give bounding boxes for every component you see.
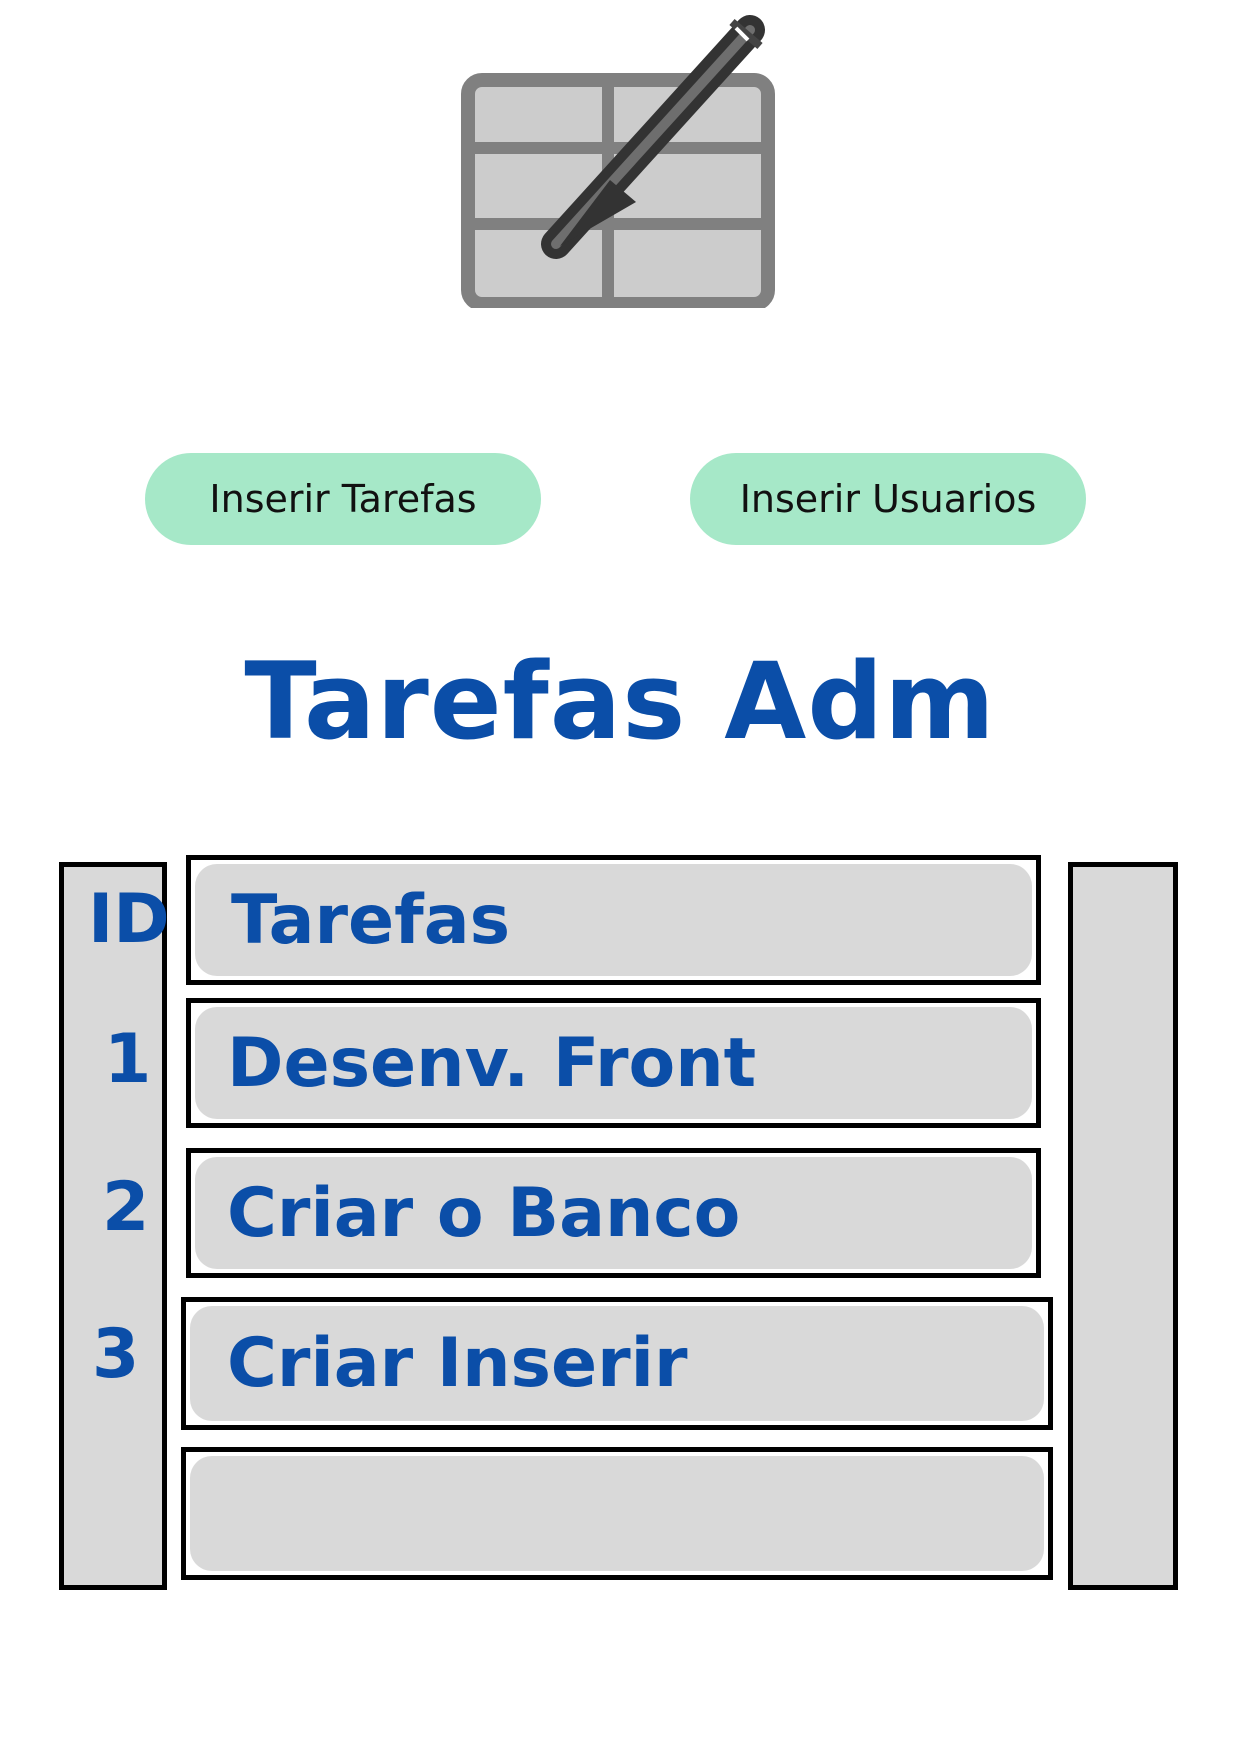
id-header: ID	[88, 880, 170, 959]
task-row[interactable]: Criar o Banco	[186, 1148, 1041, 1278]
side-column	[1068, 862, 1178, 1590]
insert-users-button[interactable]: Inserir Usuarios	[690, 453, 1086, 545]
insert-users-label: Inserir Usuarios	[739, 477, 1037, 521]
insert-tasks-button[interactable]: Inserir Tarefas	[145, 453, 541, 545]
task-cell: Criar o Banco	[227, 1173, 741, 1253]
task-header: Tarefas	[231, 880, 511, 960]
id-cell: 1	[104, 1020, 152, 1099]
task-header-row: Tarefas	[186, 855, 1041, 985]
task-row[interactable]: Desenv. Front	[186, 998, 1041, 1128]
task-row[interactable]: Criar Inserir	[181, 1297, 1053, 1430]
id-cell: 2	[102, 1168, 150, 1247]
insert-tasks-label: Inserir Tarefas	[209, 477, 477, 521]
task-row-empty[interactable]	[181, 1447, 1053, 1580]
task-cell: Desenv. Front	[227, 1023, 757, 1103]
page-title: Tarefas Adm	[244, 640, 996, 763]
spreadsheet-edit-icon	[460, 8, 780, 311]
spreadsheet-edit-icon-graphic	[461, 15, 775, 311]
id-cell: 3	[92, 1315, 140, 1394]
task-cell: Criar Inserir	[227, 1324, 688, 1403]
